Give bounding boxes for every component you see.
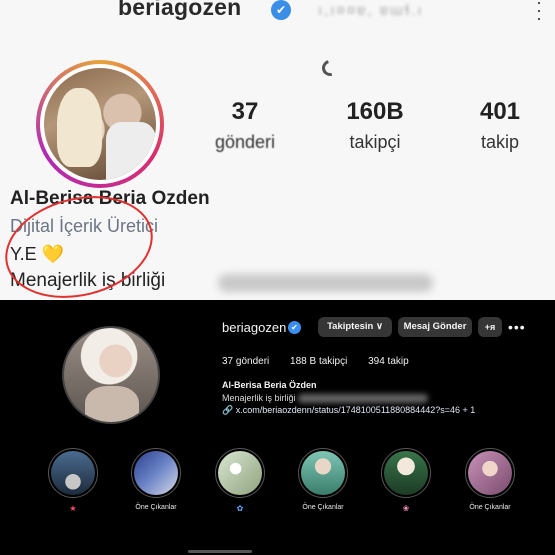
stat-followers[interactable]: 160B takipçi bbox=[330, 98, 420, 153]
stat-following-value: 401 bbox=[479, 98, 521, 125]
mobile-profile-screenshot: beriagozen ✔ ı,ı¤¤ɐ, ɐɯɬ.ı · · · 37 gönder… bbox=[0, 0, 555, 300]
desktop-profile-screenshot: beriagozen ✔ Takiptesin ∨ Mesaj Gönder +… bbox=[0, 300, 555, 555]
verified-badge-icon: ✔ bbox=[288, 321, 301, 334]
blurred-collab-handle bbox=[298, 394, 428, 403]
highlight-item[interactable]: Öne Çıkanlar bbox=[460, 448, 520, 514]
horizontal-scrollbar[interactable] bbox=[188, 550, 252, 553]
stat-following-label: takip bbox=[480, 132, 520, 152]
highlight-label: Öne Çıkanlar bbox=[302, 504, 344, 511]
following-button[interactable]: Takiptesin ∨ bbox=[318, 317, 392, 337]
highlight-item[interactable]: ❀ bbox=[376, 448, 436, 514]
highlight-label: ★ bbox=[69, 504, 77, 513]
highlight-item[interactable]: ★ bbox=[43, 448, 103, 514]
highlight-item[interactable]: Öne Çıkanlar bbox=[293, 448, 353, 514]
stat-followers-label: takipçi bbox=[349, 132, 401, 152]
desktop-stats-row: 37 gönderi 188 B takipçi 394 takip bbox=[222, 356, 427, 367]
more-vertical-icon[interactable]: · · · bbox=[536, 0, 542, 27]
send-message-button[interactable]: Mesaj Gönder bbox=[398, 317, 472, 337]
stat-posts-label: gönderi bbox=[214, 132, 276, 152]
highlight-label: ✿ bbox=[236, 504, 244, 513]
link-icon: 🔗 bbox=[222, 405, 236, 415]
desktop-following-count[interactable]: 394 takip bbox=[368, 356, 409, 367]
more-options-icon[interactable]: ••• bbox=[508, 317, 526, 337]
add-person-icon[interactable]: +ᴙ bbox=[478, 317, 502, 337]
desktop-followers-count[interactable]: 188 B takipçi bbox=[290, 356, 347, 367]
desktop-username: beriagozen bbox=[222, 320, 287, 335]
stat-following[interactable]: 401 takip bbox=[455, 98, 545, 153]
desktop-full-name: Al-Berisa Beria Özden bbox=[222, 380, 317, 390]
desktop-posts-count[interactable]: 37 gönderi bbox=[222, 356, 269, 367]
blurred-collab-handle bbox=[218, 274, 433, 292]
highlight-label: ❀ bbox=[402, 504, 410, 513]
blurred-header-text: ı,ı¤¤ɐ, ɐɯɬ.ı bbox=[318, 2, 424, 19]
highlight-label: Öne Çıkanlar bbox=[135, 504, 177, 511]
desktop-collab-text: Menajerlik iş birliği bbox=[222, 393, 296, 403]
highlight-item[interactable]: ✿ bbox=[210, 448, 270, 514]
highlight-label: Öne Çıkanlar bbox=[469, 504, 511, 511]
bio-link[interactable]: 🔗 x.com/beriaozdenn/status/1748100511880… bbox=[222, 405, 475, 416]
bio-link-text[interactable]: x.com/beriaozdenn/status/174810051188088… bbox=[236, 405, 476, 415]
loading-spinner-icon bbox=[319, 57, 341, 79]
stat-posts[interactable]: 37 gönderi bbox=[200, 98, 290, 153]
profile-avatar bbox=[44, 68, 156, 180]
highlight-item[interactable]: Öne Çıkanlar bbox=[126, 448, 186, 514]
desktop-profile-avatar[interactable] bbox=[62, 326, 160, 424]
story-ring[interactable] bbox=[36, 60, 164, 188]
stat-followers-value: 160B bbox=[346, 98, 404, 125]
profile-username: beriagozen bbox=[118, 0, 242, 20]
stat-posts-value: 37 bbox=[231, 98, 259, 125]
verified-badge-icon: ✔ bbox=[271, 0, 291, 20]
